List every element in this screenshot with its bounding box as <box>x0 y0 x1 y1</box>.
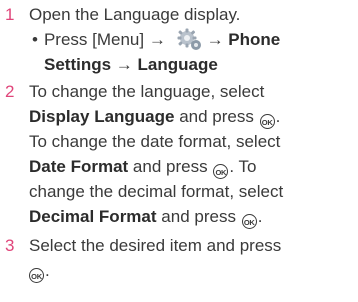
phone-settings-label: Phone <box>228 30 281 49</box>
step-number: 1 <box>5 5 15 24</box>
step-text: Select the desired item and press <box>29 236 282 255</box>
step-number: 2 <box>5 82 15 101</box>
step-text: To change the language, select <box>29 82 265 101</box>
step-text: Display Language and press OK. <box>29 107 281 129</box>
display-language-label: Display Language <box>29 107 175 126</box>
language-label: Language <box>137 55 218 74</box>
step-text: . To <box>229 157 257 176</box>
step-text: Open the Language display. <box>29 5 241 24</box>
settings-gear-icon <box>177 28 201 50</box>
ok-key-icon: OK <box>213 164 229 179</box>
settings-label: Settings <box>44 55 112 74</box>
step-text: change the decimal format, select <box>29 182 284 201</box>
sub-step-cont: Settings → Language <box>29 52 355 77</box>
step-text: Date Format and press OK. To <box>29 154 355 179</box>
ok-key-icon: OK <box>259 114 275 129</box>
arrow: → <box>206 30 224 49</box>
date-format-label: Date Format <box>29 157 129 176</box>
ok-key-icon: OK <box>29 268 44 283</box>
step-text: and press <box>161 207 236 226</box>
ok-key-icon: OK <box>241 214 257 229</box>
step-text: and press <box>132 157 208 176</box>
step-text: To change the date format, select <box>29 132 281 151</box>
sub-step: • Press [Menu] → → Phone <box>29 27 355 52</box>
instruction-document: 1 Open the Language display. • Press [Men… <box>0 0 358 302</box>
step-text: and press <box>179 107 254 126</box>
step-number: 3 <box>5 236 15 255</box>
decimal-format-label: Decimal Format <box>29 207 157 226</box>
step-text: OK. <box>29 258 355 283</box>
bullet: • <box>32 30 38 49</box>
step-text: Decimal Format and press OK. <box>29 207 263 229</box>
arrow: → <box>115 55 133 74</box>
press-menu-text: Press [Menu] → <box>43 30 166 49</box>
